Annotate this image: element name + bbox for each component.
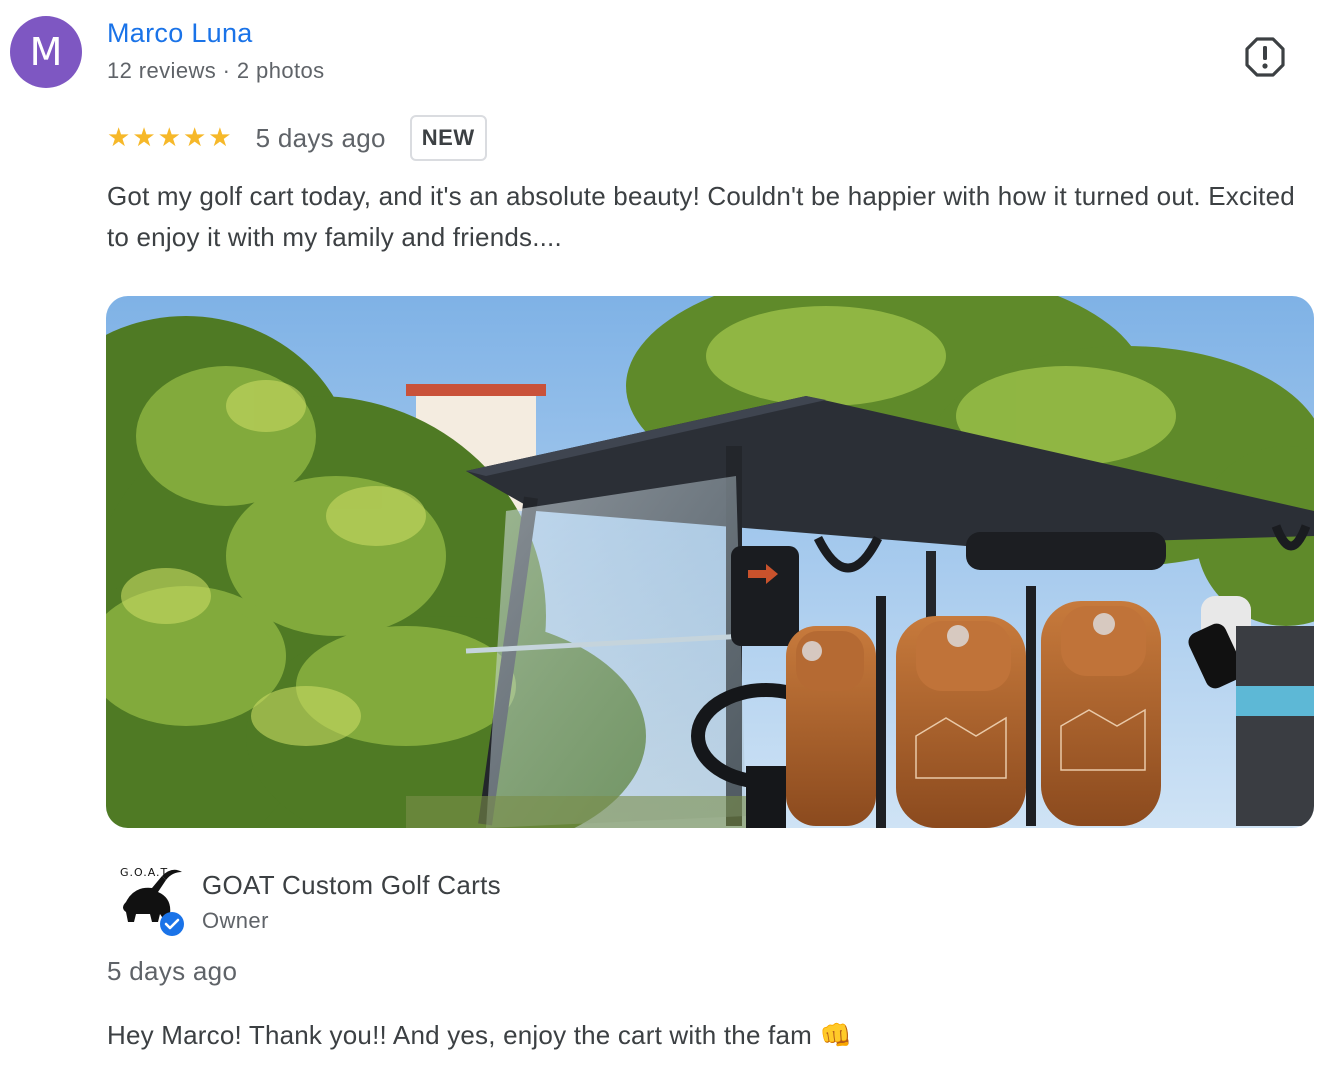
svg-text:G.O.A.T: G.O.A.T xyxy=(120,866,168,879)
star-icon: ★ xyxy=(107,123,131,153)
goat-logo-icon: G.O.A.T xyxy=(120,866,184,936)
review-date: 5 days ago xyxy=(255,122,386,153)
report-review-button[interactable] xyxy=(1244,36,1286,78)
golf-cart-photo xyxy=(106,296,1314,828)
reply-text-body: Hey Marco! Thank you!! And yes, enjoy th… xyxy=(107,1020,812,1050)
review-text: Got my golf cart today, and it's an abso… xyxy=(107,181,1295,252)
fist-bump-emoji: 👊 xyxy=(819,1021,853,1051)
star-rating: ★ ★ ★ ★ ★ xyxy=(107,125,232,151)
reviewer-name-link[interactable]: Marco Luna xyxy=(107,18,253,49)
owner-logo[interactable]: G.O.A.T xyxy=(118,862,188,936)
reviewer-meta: 12 reviews · 2 photos xyxy=(107,58,325,83)
owner-name[interactable]: GOAT Custom Golf Carts xyxy=(202,870,501,901)
report-flag-icon xyxy=(1245,37,1285,77)
rating-row: ★ ★ ★ ★ ★ 5 days ago NEW xyxy=(107,112,487,164)
star-icon: ★ xyxy=(132,123,156,153)
review-photo[interactable] xyxy=(106,296,1314,828)
reply-date: 5 days ago xyxy=(107,956,238,986)
star-icon: ★ xyxy=(182,123,207,153)
reviewer-avatar[interactable]: M xyxy=(10,16,82,88)
star-icon: ★ xyxy=(157,123,181,153)
new-badge: NEW xyxy=(409,115,487,161)
star-icon: ★ xyxy=(208,123,232,153)
reply-text: Hey Marco! Thank you!! And yes, enjoy th… xyxy=(107,1020,852,1051)
owner-role: Owner xyxy=(202,908,269,933)
